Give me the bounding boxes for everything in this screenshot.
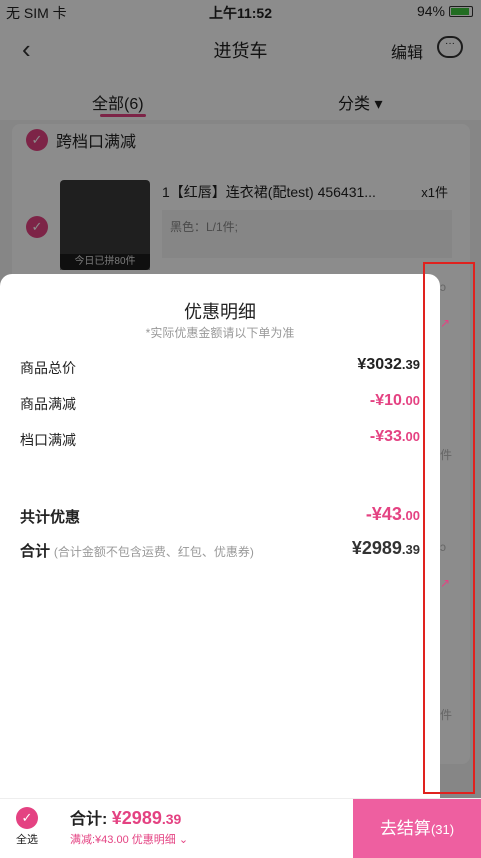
checkout-bar: ✓ 全选 合计: ¥2989.39 满减:¥43.00 优惠明细 ⌄ 去结算(3…: [0, 798, 481, 858]
row-value: ¥2989.39: [351, 538, 420, 558]
bottom-total: 合计: ¥2989.39: [70, 808, 182, 828]
peek-qty-2: 件: [440, 708, 453, 722]
row-value: -¥43.00: [365, 504, 420, 524]
peek-radio: ɔ: [440, 280, 446, 294]
row-goods-discount: 商品满减 -¥10.00: [20, 392, 420, 416]
row-total: 合计 (合计金额不包含运费、红包、优惠券) ¥2989.39: [20, 538, 420, 562]
discount-detail-link[interactable]: 满减:¥43.00 优惠明细 ⌄: [70, 831, 188, 847]
sheet-subtitle: *实际优惠金额请以下单为准: [145, 326, 295, 340]
row-label: 共计优惠: [20, 509, 81, 526]
peek-arrow: ↗: [440, 316, 451, 330]
select-all-check-icon[interactable]: ✓: [16, 807, 38, 829]
peek-qty: 件: [440, 448, 453, 462]
row-label: 商品总价: [20, 360, 76, 376]
row-store-discount: 档口满减 -¥33.00: [20, 428, 420, 452]
row-value: ¥3032.39: [357, 356, 420, 373]
row-label: 档口满减: [20, 432, 76, 448]
checkout-button[interactable]: 去结算(31): [353, 799, 481, 858]
row-value: -¥10.00: [369, 392, 420, 409]
peek-arrow-2: ↗: [440, 576, 451, 590]
row-total-discount: 共计优惠 -¥43.00: [20, 504, 420, 528]
discount-detail-sheet: 优惠明细 *实际优惠金额请以下单为准 商品总价 ¥3032.39 商品满减 -¥…: [0, 274, 440, 798]
sheet-title: 优惠明细: [184, 302, 256, 322]
select-all-label[interactable]: 全选: [16, 831, 38, 847]
row-label: 合计 (合计金额不包含运费、红包、优惠券): [20, 543, 254, 560]
total-note: (合计金额不包含运费、红包、优惠券): [53, 545, 254, 559]
row-value: -¥33.00: [369, 428, 420, 445]
row-label: 商品满减: [20, 396, 76, 412]
peek-radio-2: ɔ: [440, 540, 446, 554]
row-subtotal: 商品总价 ¥3032.39: [20, 356, 420, 380]
